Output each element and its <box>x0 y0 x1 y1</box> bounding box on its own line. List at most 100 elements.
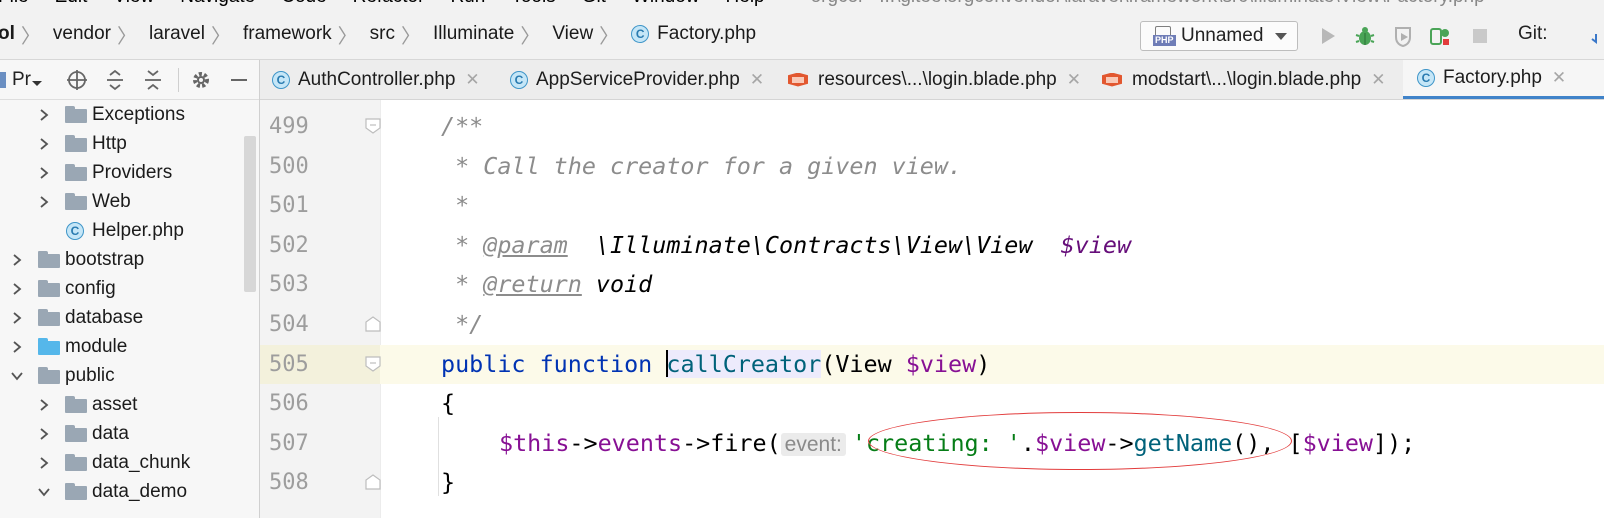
tab-appserviceprovider[interactable]: C AppServiceProvider.php ✕ <box>510 60 778 99</box>
expand-all-icon <box>107 69 123 91</box>
php-class-icon: C <box>66 222 84 240</box>
line-number[interactable]: 505 <box>260 344 380 385</box>
tree-item-web[interactable]: Web <box>0 187 259 216</box>
breadcrumb-item-laravel[interactable]: laravel <box>149 23 205 45</box>
project-settings-button[interactable] <box>190 69 212 91</box>
fold-marker-icon[interactable] <box>365 355 381 372</box>
code-line[interactable]: 499 /** <box>260 107 1604 147</box>
fold-marker-icon[interactable] <box>365 474 381 490</box>
menu-run[interactable]: Run <box>450 0 485 8</box>
breadcrumb-item-src[interactable]: src <box>370 23 395 45</box>
stop-button[interactable] <box>1469 25 1491 47</box>
tree-item-data[interactable]: data <box>0 419 259 448</box>
close-icon[interactable]: ✕ <box>750 70 764 90</box>
code-line[interactable]: 500 * Call the creator for a given view. <box>260 147 1604 187</box>
chevron-right-icon[interactable] <box>37 195 51 209</box>
tree-item-config[interactable]: config <box>0 274 259 303</box>
chevron-right-icon[interactable] <box>10 253 24 267</box>
line-number[interactable]: 507 <box>260 424 380 464</box>
line-number[interactable]: 503 <box>260 265 380 305</box>
select-opened-file-button[interactable] <box>66 69 88 91</box>
tree-item-helper-php[interactable]: C Helper.php <box>0 216 259 245</box>
run-configuration-selector[interactable]: PHP Unnamed <box>1140 21 1298 51</box>
code-editor[interactable]: 499 /** 500 * Call the creator for a giv… <box>260 100 1604 518</box>
tree-item-data-chunk[interactable]: data_chunk <box>0 448 259 477</box>
breadcrumb-item-framework[interactable]: framework <box>243 23 332 45</box>
chevron-right-icon[interactable] <box>37 108 51 122</box>
code-line[interactable]: 504 */ <box>260 305 1604 345</box>
chevron-right-icon[interactable] <box>37 398 51 412</box>
code-line[interactable]: 506 { <box>260 384 1604 424</box>
menu-git[interactable]: Git <box>582 0 606 8</box>
fold-marker-icon[interactable] <box>365 118 381 134</box>
close-icon[interactable]: ✕ <box>1371 70 1385 90</box>
function-name[interactable]: callCreator <box>666 349 822 378</box>
menu-view[interactable]: View <box>113 0 154 8</box>
attach-debugger-button[interactable] <box>1429 25 1451 47</box>
line-number[interactable]: 501 <box>260 186 380 226</box>
close-icon[interactable]: ✕ <box>1552 68 1566 88</box>
run-with-coverage-button[interactable] <box>1392 25 1414 47</box>
git-update-icon[interactable] <box>1590 32 1604 46</box>
code-line[interactable]: 501 * <box>260 186 1604 226</box>
tree-item-data-demo[interactable]: data_demo <box>0 477 259 506</box>
tree-item-exceptions[interactable]: Exceptions <box>0 100 259 129</box>
current-code-line[interactable]: 505 public function callCreator(View $vi… <box>260 344 1604 385</box>
chevron-right-icon[interactable] <box>10 340 24 354</box>
close-icon[interactable]: ✕ <box>465 70 479 90</box>
close-icon[interactable]: ✕ <box>1067 70 1081 90</box>
menu-window[interactable]: Window <box>632 0 700 8</box>
chevron-right-icon[interactable] <box>10 282 24 296</box>
breadcrumb-item-vendor[interactable]: vendor <box>53 23 111 45</box>
tree-item-http[interactable]: Http <box>0 129 259 158</box>
chevron-right-icon[interactable] <box>37 166 51 180</box>
menu-help[interactable]: Help <box>726 0 765 8</box>
menu-edit[interactable]: Edit <box>55 0 88 8</box>
tree-item-bootstrap[interactable]: bootstrap <box>0 245 259 274</box>
code-line[interactable]: 507 $this->events->fire(event:'creating:… <box>260 424 1604 464</box>
line-number[interactable]: 502 <box>260 226 380 266</box>
tab-authcontroller[interactable]: C AuthController.php ✕ <box>272 60 508 99</box>
collapse-all-button[interactable] <box>142 69 164 91</box>
code-line[interactable]: 508 } <box>260 463 1604 503</box>
folder-icon <box>65 193 87 210</box>
chevron-down-icon[interactable] <box>10 369 24 383</box>
code-line[interactable]: 503 * @return void <box>260 265 1604 305</box>
chevron-right-icon[interactable] <box>37 137 51 151</box>
tab-modstart-login-blade[interactable]: modstart\...\login.blade.php ✕ <box>1102 60 1402 99</box>
tree-item-module[interactable]: module <box>0 332 259 361</box>
tree-item-database[interactable]: database <box>0 303 259 332</box>
line-number[interactable]: 500 <box>260 147 380 187</box>
menu-file[interactable]: File <box>0 0 29 8</box>
project-tree-scrollbar[interactable] <box>244 136 256 292</box>
tree-item-providers[interactable]: Providers <box>0 158 259 187</box>
chevron-right-icon[interactable] <box>37 456 51 470</box>
hide-panel-button[interactable] <box>228 69 250 91</box>
breadcrumb-item-view[interactable]: View <box>552 23 593 45</box>
debug-button[interactable] <box>1354 25 1376 47</box>
tab-resources-login-blade[interactable]: resources\...\login.blade.php ✕ <box>788 60 1092 99</box>
line-number[interactable]: 506 <box>260 384 380 424</box>
project-view-selector[interactable]: Pr <box>0 69 42 91</box>
line-number[interactable]: 508 <box>260 463 380 503</box>
breadcrumb-item-file[interactable]: C Factory.php <box>631 23 756 45</box>
expand-all-button[interactable] <box>104 69 126 91</box>
tab-label: modstart\...\login.blade.php <box>1132 68 1362 90</box>
tab-factory[interactable]: C Factory.php ✕ <box>1403 60 1604 99</box>
menu-navigate[interactable]: Navigate <box>180 0 255 8</box>
line-number[interactable]: 504 <box>260 305 380 345</box>
fold-marker-icon[interactable] <box>365 316 381 332</box>
menu-code[interactable]: Code <box>281 0 326 8</box>
line-number[interactable]: 499 <box>260 107 380 147</box>
tree-item-asset[interactable]: asset <box>0 390 259 419</box>
breadcrumb-item-project[interactable]: ol <box>0 23 15 45</box>
chevron-down-icon[interactable] <box>37 485 51 499</box>
chevron-right-icon[interactable] <box>10 311 24 325</box>
run-button[interactable] <box>1317 25 1339 47</box>
code-line[interactable]: 502 * @param \Illuminate\Contracts\View\… <box>260 226 1604 266</box>
breadcrumb-item-illuminate[interactable]: Illuminate <box>433 23 514 45</box>
menu-tools[interactable]: Tools <box>511 0 555 8</box>
chevron-right-icon[interactable] <box>37 427 51 441</box>
tree-item-public[interactable]: public <box>0 361 259 390</box>
menu-refactor[interactable]: Refactor <box>353 0 425 8</box>
